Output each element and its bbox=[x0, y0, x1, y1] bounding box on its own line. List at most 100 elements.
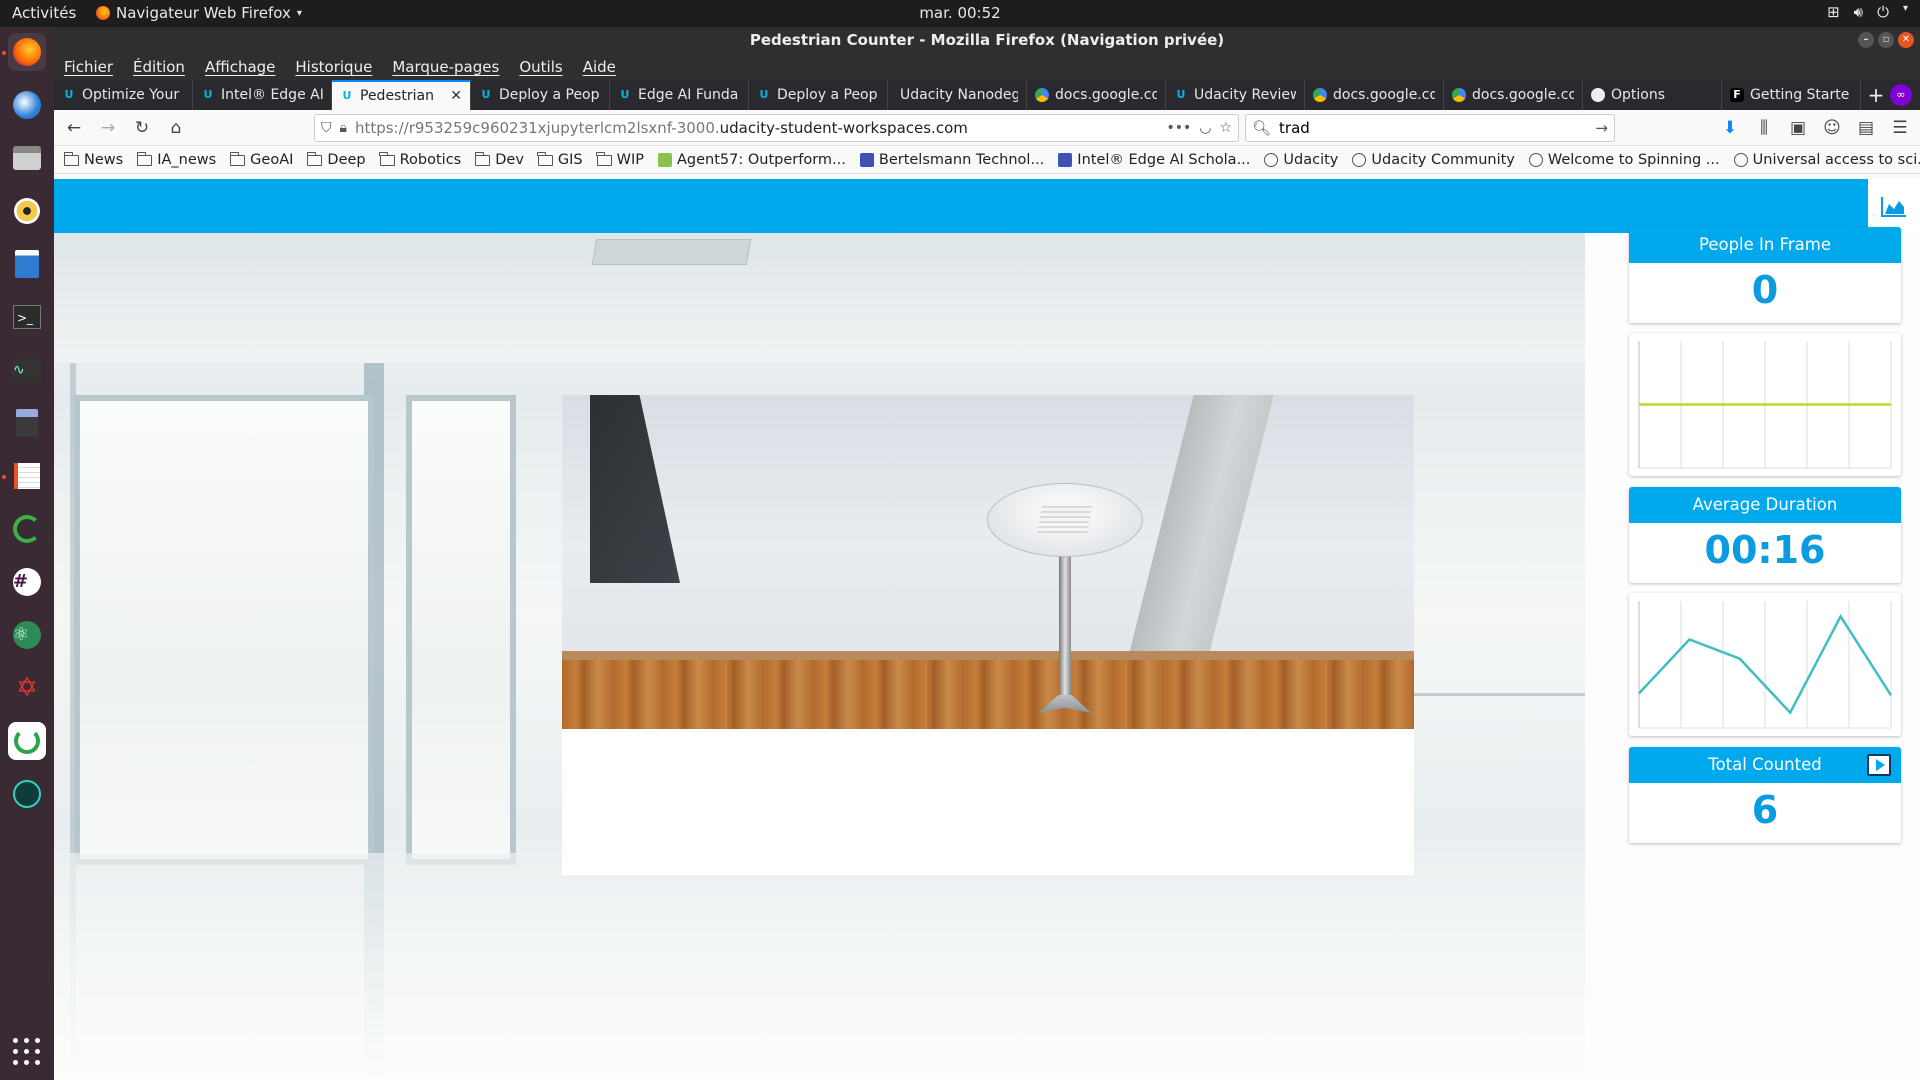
sidebar-icon[interactable]: ▣ bbox=[1784, 114, 1812, 142]
library-icon[interactable]: ⫼ bbox=[1750, 114, 1778, 142]
play-icon[interactable] bbox=[1867, 754, 1891, 776]
bookmark-link[interactable]: Agent57: Outperform... bbox=[658, 152, 846, 168]
chevron-down-icon: ▾ bbox=[296, 7, 302, 19]
tab[interactable]: U Edge AI Funda bbox=[610, 80, 749, 110]
tab[interactable]: Options bbox=[1583, 80, 1722, 110]
system-monitor-icon[interactable]: ∿ bbox=[8, 351, 46, 389]
clock[interactable]: mar. 00:52 bbox=[919, 4, 1000, 22]
app-menu[interactable]: Navigateur Web Firefox ▾ bbox=[96, 4, 302, 22]
writer-icon[interactable] bbox=[8, 245, 46, 283]
menu-outils[interactable]: Outils bbox=[519, 58, 562, 76]
tab[interactable]: docs.google.co bbox=[1027, 80, 1166, 110]
text-editor-icon[interactable] bbox=[8, 457, 46, 495]
bookmark-link[interactable]: Udacity Community bbox=[1352, 152, 1515, 168]
menu-aide[interactable]: Aide bbox=[583, 58, 616, 76]
chart-toggle-button[interactable] bbox=[1868, 179, 1920, 233]
rhythmbox-icon[interactable] bbox=[8, 192, 46, 230]
search-input[interactable] bbox=[1279, 118, 1588, 137]
bookmark-link[interactable]: Universal access to sci... bbox=[1733, 152, 1920, 168]
back-button[interactable]: ← bbox=[60, 114, 88, 142]
bookmark-folder[interactable]: GIS bbox=[537, 152, 583, 168]
reader-icon[interactable]: ▤ bbox=[1852, 114, 1880, 142]
menu-marque-pages[interactable]: Marque-pages bbox=[392, 58, 499, 76]
gitkraken-icon[interactable] bbox=[8, 775, 46, 813]
terminal-icon[interactable]: >_ bbox=[8, 298, 46, 336]
account-icon[interactable]: ☺ bbox=[1818, 114, 1846, 142]
show-applications-button[interactable] bbox=[13, 1038, 41, 1066]
maximize-button[interactable]: ▫ bbox=[1878, 32, 1894, 48]
bookmark-folder[interactable]: Deep bbox=[306, 152, 366, 168]
tab[interactable]: U Udacity Review bbox=[1166, 80, 1305, 110]
thunderbird-icon[interactable] bbox=[8, 86, 46, 124]
files-icon[interactable] bbox=[8, 139, 46, 177]
bookmark-folder[interactable]: News bbox=[63, 152, 123, 168]
udacity-icon: U bbox=[203, 88, 213, 101]
network-graph-icon[interactable]: ✡ bbox=[8, 669, 46, 707]
camera-frame-image bbox=[562, 395, 1414, 729]
navigation-toolbar: ← → ↻ ⌂ ⛉ 🔒︎ https://r953259c960231xjupy… bbox=[54, 110, 1920, 146]
search-bar[interactable]: 🔍︎ → bbox=[1245, 113, 1615, 142]
sync-icon[interactable] bbox=[8, 510, 46, 548]
pocket-icon[interactable]: ◡ bbox=[1199, 120, 1211, 136]
new-tab-button[interactable]: + bbox=[1861, 80, 1891, 110]
calculator-icon[interactable] bbox=[8, 404, 46, 442]
bookmark-link[interactable]: Intel® Edge AI Schola... bbox=[1058, 152, 1250, 168]
search-go-icon[interactable]: → bbox=[1595, 119, 1608, 137]
bookmark-folder[interactable]: Robotics bbox=[379, 152, 461, 168]
atom-icon[interactable]: ⚛ bbox=[8, 616, 46, 654]
page-content: People In Frame 0 Average Duration 00:16… bbox=[54, 179, 1920, 1080]
bookmark-link[interactable]: Udacity bbox=[1264, 152, 1338, 168]
private-browsing-icon: ∞ bbox=[1890, 84, 1912, 106]
firefox-dock-icon[interactable] bbox=[8, 33, 46, 71]
tab[interactable]: F Getting Starte bbox=[1722, 80, 1861, 110]
udacity-icon: U bbox=[342, 89, 352, 102]
folder-icon bbox=[474, 152, 491, 166]
bookmark-folder[interactable]: Dev bbox=[474, 152, 524, 168]
bookmark-star-icon[interactable]: ☆ bbox=[1219, 120, 1232, 136]
menu-fichier[interactable]: Fichier bbox=[64, 58, 113, 76]
menu-affichage[interactable]: Affichage bbox=[205, 58, 275, 76]
tab[interactable]: U Deploy a Peop bbox=[749, 80, 888, 110]
minimize-button[interactable]: – bbox=[1858, 32, 1874, 48]
menu-edition[interactable]: Édition bbox=[133, 58, 185, 76]
people-in-frame-card: People In Frame 0 bbox=[1629, 227, 1901, 323]
close-tab-icon[interactable]: ✕ bbox=[450, 88, 462, 104]
tab[interactable]: docs.google.co bbox=[1444, 80, 1583, 110]
url-text[interactable]: https://r953259c960231xjupyterlcm2lsxnf-… bbox=[355, 119, 1158, 137]
folder-icon bbox=[63, 152, 79, 166]
menu-bar: Fichier Édition Affichage Historique Mar… bbox=[54, 54, 1920, 80]
slack-icon[interactable]: # bbox=[8, 563, 46, 601]
app-menu-label: Navigateur Web Firefox bbox=[116, 4, 291, 22]
people-in-frame-label: People In Frame bbox=[1629, 227, 1901, 263]
hamburger-menu-icon[interactable]: ☰ bbox=[1886, 114, 1914, 142]
bookmark-link[interactable]: Bertelsmann Technol... bbox=[859, 152, 1044, 168]
system-tray[interactable]: ⊞ 🔊︎ ⏻ ▾ bbox=[1827, 3, 1908, 21]
tab-active[interactable]: U Pedestrian ✕ bbox=[332, 80, 471, 110]
reload-button[interactable]: ↻ bbox=[128, 114, 156, 142]
shield-icon[interactable]: ⛉ bbox=[321, 120, 332, 136]
url-bar[interactable]: ⛉ 🔒︎ https://r953259c960231xjupyterlcm2l… bbox=[314, 113, 1239, 142]
tab[interactable]: U Deploy a Peop bbox=[471, 80, 610, 110]
bookmark-folder[interactable]: GeoAI bbox=[229, 152, 293, 168]
tab[interactable]: U Optimize Your bbox=[54, 80, 193, 110]
refresh-app-icon[interactable] bbox=[8, 722, 46, 760]
tab[interactable]: U Intel® Edge AI bbox=[193, 80, 332, 110]
bookmark-folder[interactable]: WIP bbox=[596, 152, 644, 168]
downloads-icon[interactable]: ⬇ bbox=[1716, 114, 1744, 142]
forward-button[interactable]: → bbox=[94, 114, 122, 142]
activities-button[interactable]: Activités bbox=[12, 4, 76, 22]
google-drive-icon bbox=[1452, 88, 1466, 102]
home-button[interactable]: ⌂ bbox=[162, 114, 190, 142]
bookmarks-toolbar: News IA_news GeoAI Deep Robotics Dev GIS… bbox=[54, 146, 1920, 174]
google-drive-icon bbox=[1035, 88, 1049, 102]
average-duration-value: 00:16 bbox=[1704, 528, 1826, 572]
bookmark-link[interactable]: Welcome to Spinning ... bbox=[1528, 152, 1720, 168]
tab[interactable]: docs.google.co bbox=[1305, 80, 1444, 110]
bookmark-folder[interactable]: IA_news bbox=[136, 152, 216, 168]
lock-icon[interactable]: 🔒︎ bbox=[340, 120, 347, 136]
firefox-window: Pedestrian Counter - Mozilla Firefox (Na… bbox=[54, 27, 1920, 1080]
page-actions-icon[interactable]: ••• bbox=[1166, 120, 1191, 136]
close-window-button[interactable]: ✕ bbox=[1898, 32, 1914, 48]
menu-historique[interactable]: Historique bbox=[295, 58, 372, 76]
tab[interactable]: Udacity Nanodeg bbox=[888, 80, 1027, 110]
